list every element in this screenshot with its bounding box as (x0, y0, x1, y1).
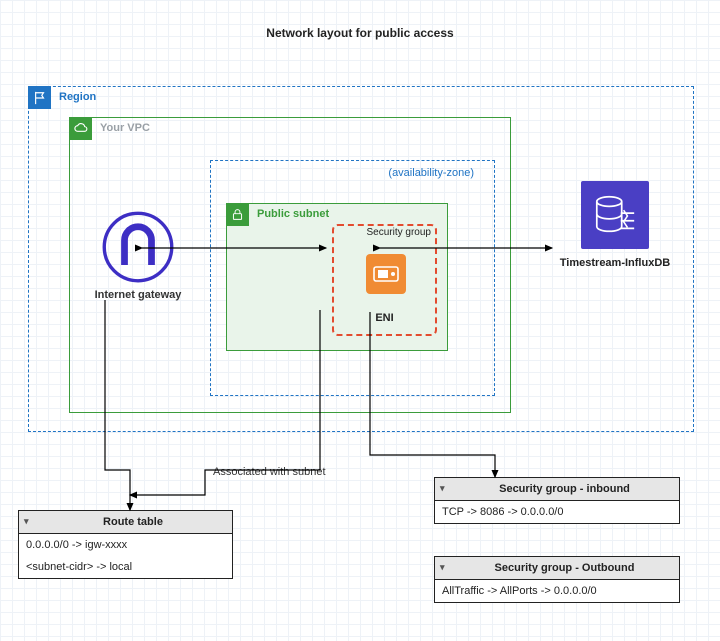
route-table: Route table 0.0.0.0/0 -> igw-xxxx <subne… (18, 510, 233, 579)
vpc-label: Your VPC (100, 122, 150, 134)
sg-inbound-title: Security group - inbound (435, 478, 679, 501)
association-note: Associated with subnet (213, 466, 326, 478)
internet-gateway: Internet gateway (90, 211, 186, 321)
eni-icon (366, 254, 406, 294)
region-box: Region Your VPC Internet gateway (availa… (28, 86, 694, 432)
cloud-icon (69, 117, 92, 140)
security-group-box: Security group ENI (332, 224, 437, 336)
database-icon (581, 181, 649, 249)
flag-icon (28, 86, 51, 109)
route-table-row: 0.0.0.0/0 -> igw-xxxx (19, 534, 232, 556)
diagram-title: Network layout for public access (0, 26, 720, 40)
az-label: (availability-zone) (388, 167, 474, 179)
db-label: Timestream-InfluxDB (555, 257, 675, 269)
sg-inbound-table: Security group - inbound TCP -> 8086 -> … (434, 477, 680, 524)
timestream-influxdb: Timestream-InfluxDB (555, 181, 675, 291)
eni-label: ENI (334, 312, 435, 324)
igw-label: Internet gateway (90, 289, 186, 301)
security-group-label: Security group (367, 227, 431, 238)
vpc-box: Your VPC Internet gateway (availability-… (69, 117, 511, 413)
route-table-row: <subnet-cidr> -> local (19, 556, 232, 578)
region-label: Region (59, 91, 96, 103)
public-subnet-box: Public subnet Security group ENI (226, 203, 448, 351)
route-table-title: Route table (19, 511, 232, 534)
sg-outbound-table: Security group - Outbound AllTraffic -> … (434, 556, 680, 603)
sg-inbound-row: TCP -> 8086 -> 0.0.0.0/0 (435, 501, 679, 523)
lock-icon (226, 203, 249, 226)
availability-zone-box: (availability-zone) Public subnet Securi… (210, 160, 495, 396)
sg-outbound-title: Security group - Outbound (435, 557, 679, 580)
subnet-label: Public subnet (257, 208, 329, 220)
sg-outbound-row: AllTraffic -> AllPorts -> 0.0.0.0/0 (435, 580, 679, 602)
